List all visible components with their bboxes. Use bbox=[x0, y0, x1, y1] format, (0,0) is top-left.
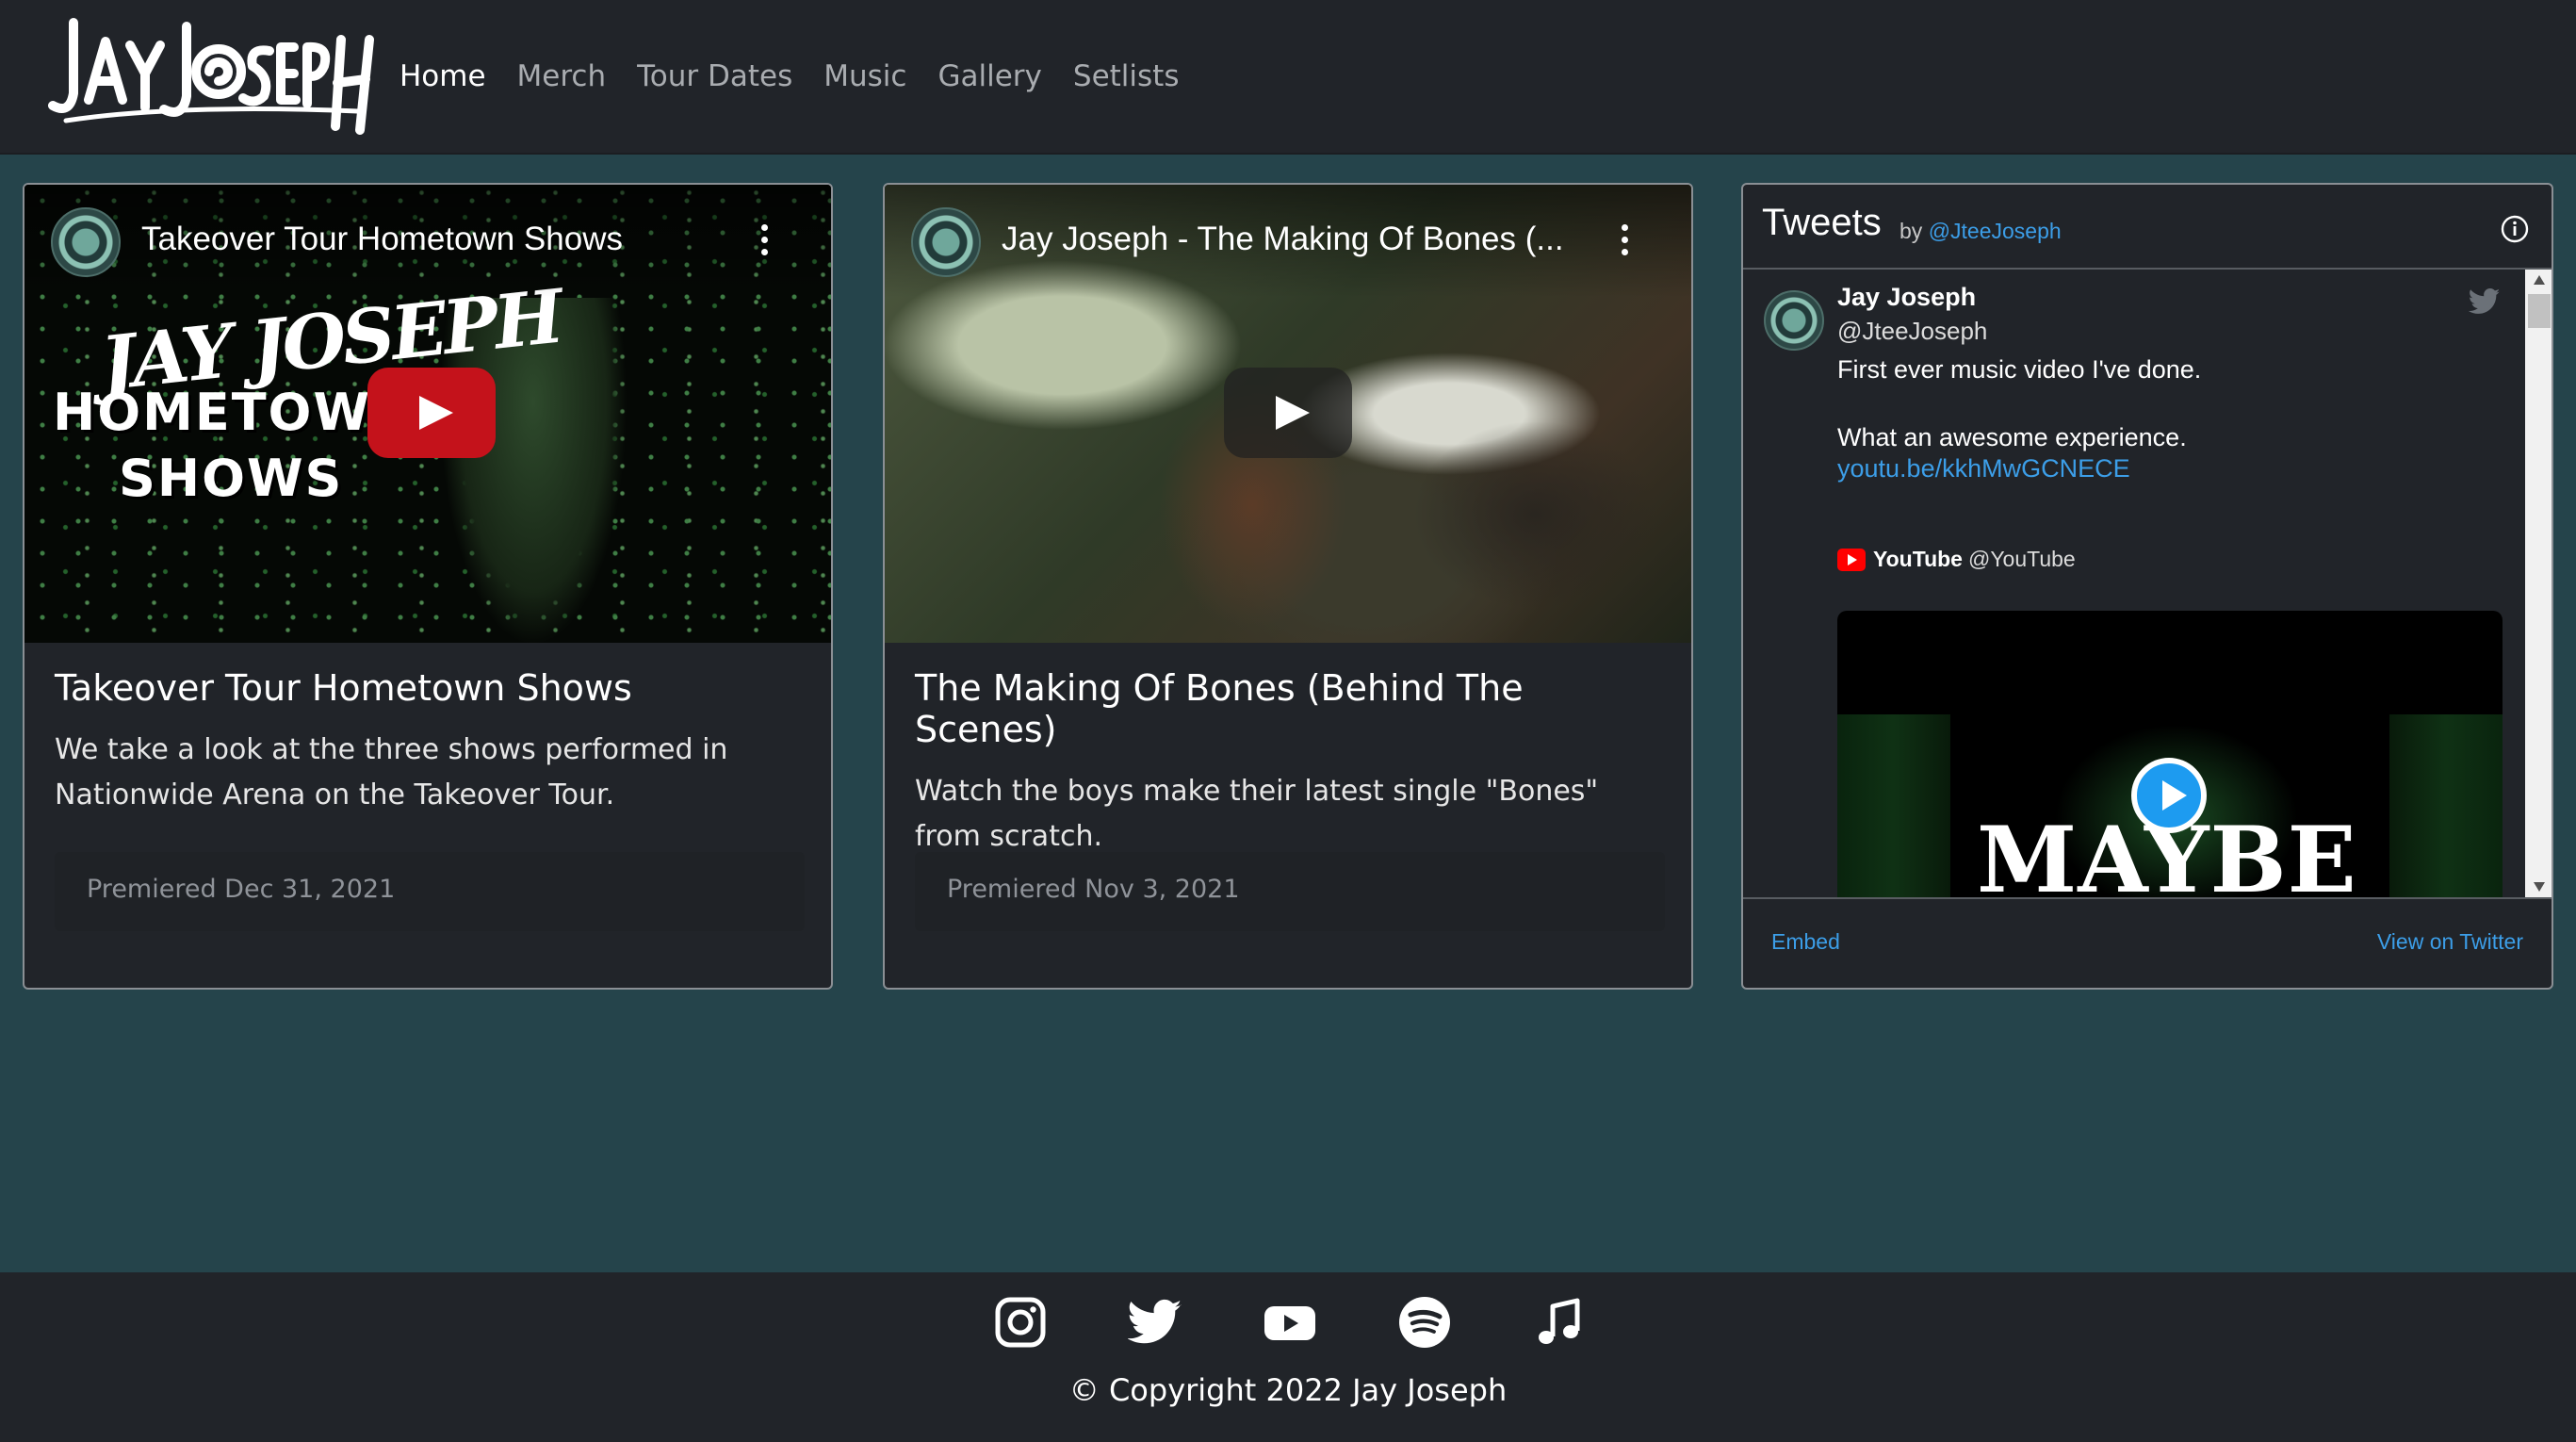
poster-headline: HOMETOWN bbox=[53, 383, 416, 442]
instagram-icon[interactable] bbox=[993, 1295, 1048, 1350]
card-text: Watch the boys make their latest single … bbox=[915, 775, 1599, 853]
tweet-author-name[interactable]: Jay Joseph bbox=[1837, 283, 1976, 312]
card-body: The Making Of Bones (Behind The Scenes) … bbox=[915, 667, 1665, 860]
channel-avatar[interactable] bbox=[51, 207, 121, 277]
timeline-handle-link[interactable]: @JteeJoseph bbox=[1929, 219, 2062, 243]
tweet-text: First ever music video I've done. What a… bbox=[1837, 352, 2201, 454]
tweet-avatar[interactable] bbox=[1764, 290, 1824, 351]
tweet-line: First ever music video I've done. bbox=[1837, 355, 2202, 384]
tweet-author-handle[interactable]: @JteeJoseph bbox=[1837, 317, 1987, 346]
twitter-bird-icon[interactable] bbox=[2469, 288, 2501, 315]
video-card-hometown: JAY JOSEPH HOMETOWN SHOWS Takeover Tour … bbox=[23, 183, 833, 990]
video-embed-bones[interactable]: Jay Joseph - The Making Of Bones (... bbox=[885, 185, 1691, 643]
jay-joseph-logo[interactable] bbox=[47, 13, 377, 138]
scroll-down-icon[interactable] bbox=[2534, 882, 2545, 892]
play-button-icon[interactable] bbox=[1224, 368, 1352, 458]
card-footer: Premiered Dec 31, 2021 bbox=[55, 852, 805, 931]
card-body: Takeover Tour Hometown Shows We take a l… bbox=[55, 667, 805, 818]
view-on-twitter-link[interactable]: View on Twitter bbox=[2377, 929, 2523, 955]
card-title: Takeover Tour Hometown Shows bbox=[55, 667, 632, 709]
nav-setlists[interactable]: Setlists bbox=[1073, 59, 1180, 93]
copyright-text: © Copyright 2022 Jay Joseph bbox=[1068, 1372, 1508, 1408]
card-source-name: YouTube bbox=[1873, 547, 1963, 571]
media-detail bbox=[2389, 714, 2503, 899]
spotify-icon[interactable] bbox=[1397, 1295, 1452, 1350]
play-button-icon[interactable] bbox=[367, 368, 496, 458]
timeline-footer: Embed View on Twitter bbox=[1743, 897, 2552, 988]
card-text: We take a look at the three shows perfor… bbox=[55, 733, 728, 811]
media-detail bbox=[1837, 714, 1950, 899]
timeline-by: by @JteeJoseph bbox=[1899, 219, 2062, 244]
timeline-title: Tweets bbox=[1762, 202, 1882, 243]
video-title[interactable]: Jay Joseph - The Making Of Bones (... bbox=[1002, 221, 1564, 258]
embed-link[interactable]: Embed bbox=[1771, 929, 1840, 955]
tweet-card-source[interactable]: YouTube @YouTube bbox=[1837, 547, 2076, 572]
nav-music[interactable]: Music bbox=[823, 59, 906, 93]
social-links bbox=[993, 1295, 1667, 1350]
timeline-scrollbar[interactable] bbox=[2525, 270, 2552, 899]
nav-merch[interactable]: Merch bbox=[517, 59, 607, 93]
video-embed-hometown[interactable]: JAY JOSEPH HOMETOWN SHOWS Takeover Tour … bbox=[24, 185, 831, 643]
video-card-bones: Jay Joseph - The Making Of Bones (... Th… bbox=[883, 183, 1693, 990]
tweet-spacer bbox=[1837, 386, 2201, 420]
video-title[interactable]: Takeover Tour Hometown Shows bbox=[141, 221, 623, 258]
navbar: Home Merch Tour Dates Music Gallery Setl… bbox=[0, 0, 2576, 155]
tweet-media-video[interactable]: MAYBE bbox=[1837, 611, 2503, 899]
media-play-icon[interactable] bbox=[2131, 758, 2207, 833]
card-source-handle: @YouTube bbox=[1967, 547, 2076, 571]
main-nav: Home Merch Tour Dates Music Gallery Setl… bbox=[399, 0, 1210, 153]
poster-detail bbox=[1412, 420, 1657, 609]
card-title: The Making Of Bones (Behind The Scenes) bbox=[915, 667, 1524, 750]
youtube-icon[interactable] bbox=[1263, 1295, 1317, 1350]
music-note-icon[interactable] bbox=[1532, 1295, 1587, 1350]
scroll-up-icon[interactable] bbox=[2534, 275, 2545, 285]
tweet-line: What an awesome experience. bbox=[1837, 423, 2187, 451]
more-options-icon[interactable] bbox=[761, 224, 769, 258]
more-options-icon[interactable] bbox=[1622, 224, 1629, 258]
timeline-body[interactable]: Jay Joseph @JteeJoseph First ever music … bbox=[1743, 270, 2552, 899]
nav-gallery[interactable]: Gallery bbox=[937, 59, 1041, 93]
channel-avatar[interactable] bbox=[911, 207, 981, 277]
nav-home[interactable]: Home bbox=[399, 59, 486, 93]
twitter-timeline: Tweets by @JteeJoseph Jay Joseph @JteeJo… bbox=[1741, 183, 2553, 990]
youtube-icon bbox=[1837, 548, 1866, 571]
scroll-thumb[interactable] bbox=[2528, 294, 2551, 328]
premiere-date: Premiered Nov 3, 2021 bbox=[947, 875, 1240, 904]
info-icon[interactable] bbox=[2501, 215, 2529, 243]
nav-tour-dates[interactable]: Tour Dates bbox=[637, 59, 792, 93]
timeline-header: Tweets by @JteeJoseph bbox=[1743, 185, 2552, 270]
poster-subheadline: SHOWS bbox=[119, 449, 344, 508]
twitter-icon[interactable] bbox=[1128, 1295, 1182, 1350]
premiere-date: Premiered Dec 31, 2021 bbox=[87, 875, 396, 904]
tweet-link[interactable]: youtu.be/kkhMwGCNECE bbox=[1837, 454, 2130, 483]
by-label: by bbox=[1899, 219, 1923, 243]
card-footer: Premiered Nov 3, 2021 bbox=[915, 852, 1665, 931]
